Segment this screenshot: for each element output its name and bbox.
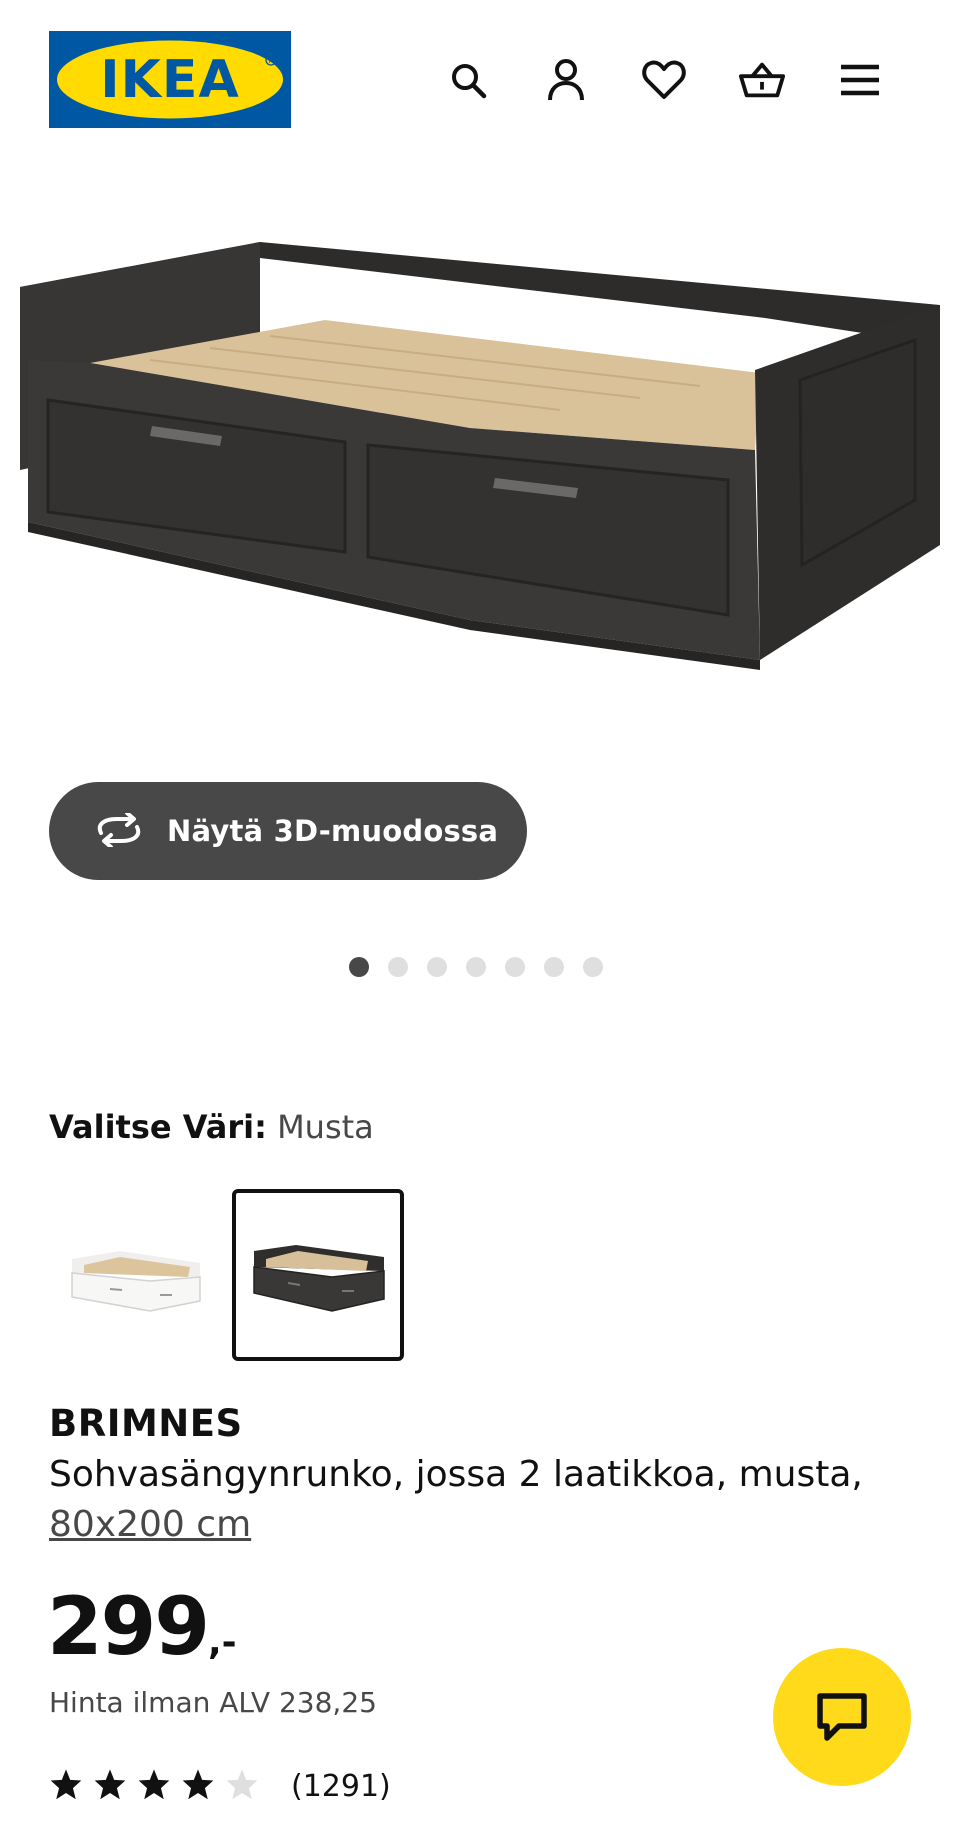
search-icon[interactable] [444,56,492,104]
carousel-dot-5[interactable] [505,957,525,977]
price-value: 299 [47,1580,210,1673]
carousel-dot-4[interactable] [466,957,486,977]
product-name: BRIMNES [49,1402,243,1445]
carousel-dot-3[interactable] [427,957,447,977]
product-price: 299,- [47,1582,237,1688]
carousel-dot-1[interactable] [349,957,369,977]
color-label: Valitse Väri: [49,1108,267,1146]
price-without-vat: Hinta ilman ALV 238,25 [49,1686,377,1719]
product-description: Sohvasängynrunko, jossa 2 laatikkoa, mus… [49,1450,919,1550]
star-icon [49,1768,83,1804]
svg-text:R: R [269,57,274,65]
rotate-3d-icon [93,810,145,850]
star-icon [93,1768,127,1804]
black-bed-thumbnail [253,1245,385,1312]
carousel-dot-2[interactable] [388,957,408,977]
color-value: Musta [277,1108,374,1146]
chat-icon [817,1693,867,1741]
carousel-dots [349,957,603,977]
view-3d-label: Näytä 3D-muodossa [167,814,499,848]
account-icon[interactable] [542,56,590,104]
menu-icon[interactable] [836,56,884,104]
heart-icon[interactable] [640,56,688,104]
view-3d-button[interactable]: Näytä 3D-muodossa [49,782,527,880]
cart-icon[interactable] [738,56,786,104]
carousel-dot-6[interactable] [544,957,564,977]
carousel-dot-7[interactable] [583,957,603,977]
color-selection-label: Valitse Väri: Musta [49,1108,374,1146]
logo-text: IKEA [100,50,239,110]
star-icon [137,1768,171,1804]
white-bed-thumbnail [71,1251,201,1312]
star-icon [181,1768,215,1804]
star-empty-icon [225,1768,259,1804]
ikea-logo[interactable]: IKEA R [49,31,291,128]
chat-button[interactable] [773,1648,911,1786]
product-image[interactable] [0,180,960,780]
review-count: (1291) [291,1768,391,1804]
product-size-link[interactable]: 80x200 cm [49,1504,251,1545]
rating[interactable]: (1291) [49,1768,391,1804]
product-description-text: Sohvasängynrunko, jossa 2 laatikkoa, mus… [49,1454,863,1495]
swatch-black[interactable] [232,1189,404,1361]
swatch-white[interactable] [50,1189,222,1361]
price-suffix: ,- [208,1622,237,1663]
